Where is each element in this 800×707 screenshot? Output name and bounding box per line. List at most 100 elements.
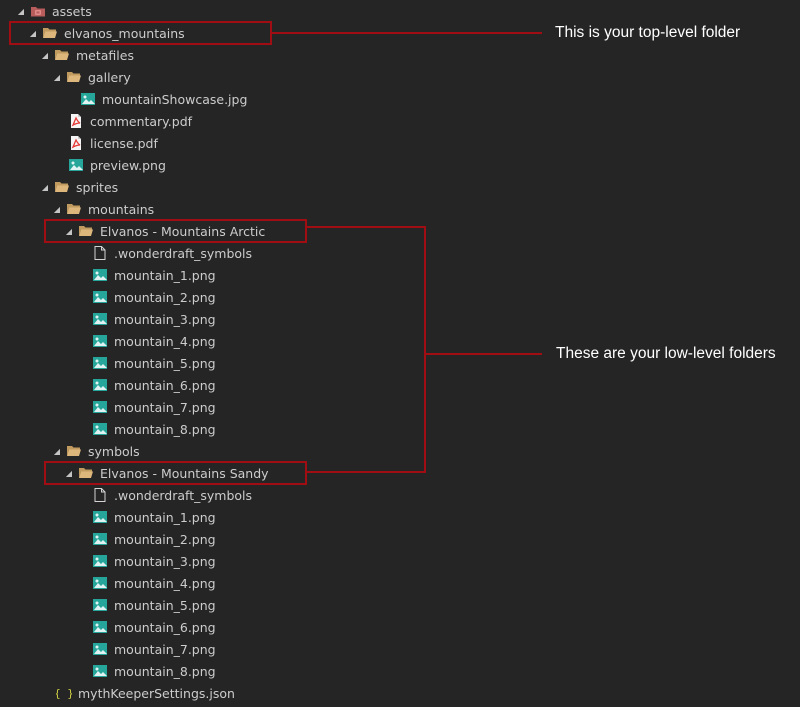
image-file-icon xyxy=(92,553,108,569)
image-file-icon xyxy=(92,333,108,349)
tree-item-label: mountain_4.png xyxy=(114,575,216,591)
image-file-icon xyxy=(92,355,108,371)
tree-row-file[interactable]: .wonderdraft_symbols xyxy=(0,484,452,506)
tree-row-file[interactable]: mountain_8.png xyxy=(0,418,452,440)
tree-item-label: gallery xyxy=(88,69,131,85)
tree-item-label: commentary.pdf xyxy=(90,113,193,129)
tree-item-label: mountain_3.png xyxy=(114,311,216,327)
chevron-down-icon[interactable]: ◢ xyxy=(52,66,62,88)
low-level-connector-top xyxy=(307,226,426,228)
tree-item-label: mountain_2.png xyxy=(114,531,216,547)
top-level-connector-line xyxy=(272,32,542,34)
tree-row-file[interactable]: mountain_5.png xyxy=(0,594,452,616)
tree-row-file[interactable]: .wonderdraft_symbols xyxy=(0,242,452,264)
tree-row-file[interactable]: mountain_4.png xyxy=(0,330,452,352)
tree-item-label: mountain_1.png xyxy=(114,509,216,525)
text-file-icon xyxy=(92,245,108,261)
tree-row-file[interactable]: preview.png xyxy=(0,154,428,176)
tree-item-label: mountain_7.png xyxy=(114,399,216,415)
tree-row-file[interactable]: mountain_7.png xyxy=(0,638,452,660)
tree-row-file[interactable]: mountain_5.png xyxy=(0,352,452,374)
folder-icon xyxy=(66,443,82,459)
pdf-file-icon xyxy=(68,135,84,151)
tree-row-file[interactable]: mountain_8.png xyxy=(0,660,452,682)
assets-folder-icon xyxy=(30,3,46,19)
pdf-file-icon xyxy=(68,113,84,129)
image-file-icon xyxy=(92,399,108,415)
tree-item-label: mountain_1.png xyxy=(114,267,216,283)
folder-icon xyxy=(54,179,70,195)
folder-icon xyxy=(54,47,70,63)
tree-row-file[interactable]: mountain_3.png xyxy=(0,308,452,330)
low-level-connector-bottom xyxy=(307,471,426,473)
tree-row-assets[interactable]: ◢ assets xyxy=(0,0,376,22)
chevron-down-icon[interactable]: ◢ xyxy=(40,44,50,66)
tree-item-label: mountain_2.png xyxy=(114,289,216,305)
low-level-connector-middle xyxy=(426,353,542,355)
chevron-down-icon[interactable]: ◢ xyxy=(52,440,62,462)
chevron-down-icon[interactable]: ◢ xyxy=(52,198,62,220)
tree-item-label: mountain_6.png xyxy=(114,377,216,393)
tree-row-file[interactable]: mountain_4.png xyxy=(0,572,452,594)
tree-row-file[interactable]: mountain_2.png xyxy=(0,286,452,308)
low-level-annotation: These are your low-level folders xyxy=(556,345,776,362)
chevron-down-icon[interactable]: ◢ xyxy=(40,176,50,198)
tree-row-file[interactable]: mountain_2.png xyxy=(0,528,452,550)
image-file-icon xyxy=(92,267,108,283)
tree-item-label: license.pdf xyxy=(90,135,158,151)
image-file-icon xyxy=(92,531,108,547)
tree-row-file[interactable]: mountain_1.png xyxy=(0,264,452,286)
image-file-icon xyxy=(68,157,84,173)
tree-item-label: symbols xyxy=(88,443,140,459)
tree-item-label: mountain_7.png xyxy=(114,641,216,657)
text-file-icon xyxy=(92,487,108,503)
image-file-icon xyxy=(92,619,108,635)
tree-item-label: metafiles xyxy=(76,47,134,63)
image-file-icon xyxy=(92,597,108,613)
chevron-down-icon[interactable]: ◢ xyxy=(16,0,26,22)
svg-text:{ }: { } xyxy=(56,687,72,700)
tree-item-label: assets xyxy=(52,3,92,19)
tree-item-label: mountain_5.png xyxy=(114,355,216,371)
low-level-connector-vertical xyxy=(424,226,426,473)
top-level-folder-highlight xyxy=(9,21,272,45)
tree-item-label: mountain_8.png xyxy=(114,663,216,679)
tree-row-file[interactable]: mountain_3.png xyxy=(0,550,452,572)
tree-row-mountains[interactable]: ◢ mountains xyxy=(0,198,412,220)
json-file-icon: { } xyxy=(56,685,72,701)
image-file-icon xyxy=(92,509,108,525)
tree-item-label: .wonderdraft_symbols xyxy=(114,487,253,503)
tree-item-label: sprites xyxy=(76,179,119,195)
folder-icon xyxy=(66,201,82,217)
top-level-annotation: This is your top-level folder xyxy=(555,24,741,41)
image-file-icon xyxy=(92,311,108,327)
tree-row-file[interactable]: mountain_6.png xyxy=(0,374,452,396)
image-file-icon xyxy=(92,575,108,591)
folder-icon xyxy=(66,69,82,85)
tree-item-label: mythKeeperSettings.json xyxy=(78,685,235,701)
tree-row-gallery[interactable]: ◢ gallery xyxy=(0,66,412,88)
tree-item-label: preview.png xyxy=(90,157,166,173)
tree-item-label: .wonderdraft_symbols xyxy=(114,245,253,261)
tree-item-label: mountain_5.png xyxy=(114,597,216,613)
tree-item-label: mountains xyxy=(88,201,155,217)
image-file-icon xyxy=(92,289,108,305)
tree-item-label: mountain_4.png xyxy=(114,333,216,349)
tree-row-file[interactable]: license.pdf xyxy=(0,132,428,154)
tree-item-label: mountain_3.png xyxy=(114,553,216,569)
arctic-folder-highlight xyxy=(44,219,307,243)
tree-row-file[interactable]: mountainShowcase.jpg xyxy=(0,88,440,110)
tree-row-file[interactable]: mountain_6.png xyxy=(0,616,452,638)
tree-row-file[interactable]: { } mythKeeperSettings.json xyxy=(0,682,416,704)
tree-item-label: mountain_8.png xyxy=(114,421,216,437)
tree-row-file[interactable]: mountain_7.png xyxy=(0,396,452,418)
image-file-icon xyxy=(92,641,108,657)
tree-row-file[interactable]: mountain_1.png xyxy=(0,506,452,528)
image-file-icon xyxy=(80,91,96,107)
tree-row-sprites[interactable]: ◢ sprites xyxy=(0,176,400,198)
tree-row-symbols[interactable]: ◢ symbols xyxy=(0,440,412,462)
tree-item-label: mountain_6.png xyxy=(114,619,216,635)
tree-row-file[interactable]: commentary.pdf xyxy=(0,110,428,132)
tree-row-metafiles[interactable]: ◢ metafiles xyxy=(0,44,400,66)
image-file-icon xyxy=(92,377,108,393)
